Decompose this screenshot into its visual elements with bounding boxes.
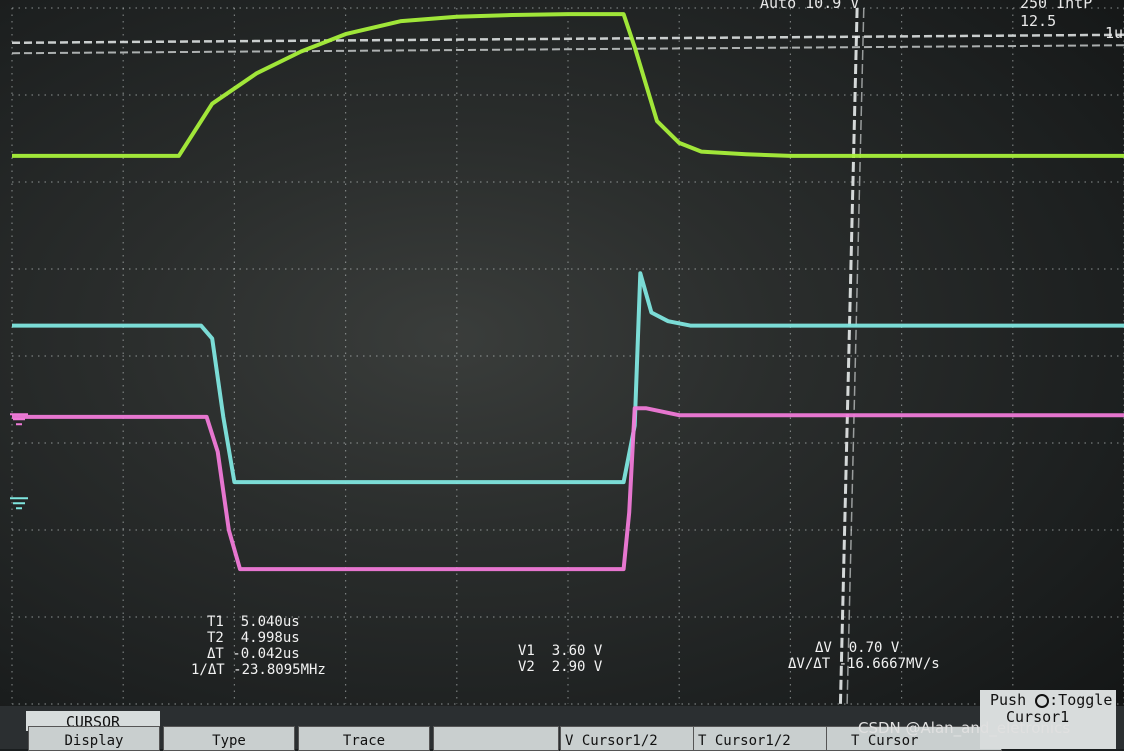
- watermark: CSDN @Alan_and_eletronics: [858, 719, 1071, 737]
- toggle-label: :Toggle: [1049, 691, 1113, 709]
- t-cursor-1: [838, 7, 859, 705]
- cursor-inverse-delta-t-readout: 1/ΔT -23.8095MHz: [191, 662, 326, 678]
- display-button[interactable]: Display: [28, 726, 160, 751]
- cursor-v2-readout: V2 2.90 V: [518, 659, 603, 675]
- cursor-dv-dt-readout: ΔV/ΔT -16.6667MV/s: [788, 656, 940, 672]
- v-cursor-2: [11, 44, 1124, 55]
- blank-menu-button[interactable]: [433, 726, 559, 751]
- trace-button[interactable]: Trace: [298, 726, 430, 751]
- ground-marker-icon: [10, 497, 28, 510]
- cursor-v1-readout: V1 3.60 V: [518, 643, 603, 659]
- timebase-readout: 1u: [1105, 24, 1124, 42]
- cursor-delta-v-readout: ΔV 0.70 V: [815, 640, 900, 656]
- cursor-t1-readout: T1 5.040us: [207, 614, 300, 630]
- type-button[interactable]: Type: [163, 726, 295, 751]
- waveform-channel-3: [12, 406, 1124, 572]
- push-label: Push: [990, 691, 1027, 709]
- v-cursor-button[interactable]: V Cursor1/2: [560, 726, 696, 751]
- t-cursor-button[interactable]: T Cursor1/2: [693, 726, 829, 751]
- cursor-t2-readout: T2 4.998us: [207, 630, 300, 646]
- waveform-plot: [10, 7, 1124, 705]
- knob-icon: [1035, 693, 1050, 708]
- cursor-delta-t-readout: ΔT -0.042us: [207, 646, 300, 662]
- trigger-status: Auto 10.9 V: [760, 0, 860, 12]
- oscilloscope-screen: Auto 10.9 V 250 IntP 12.5 1u T1 5.040us …: [0, 0, 1124, 751]
